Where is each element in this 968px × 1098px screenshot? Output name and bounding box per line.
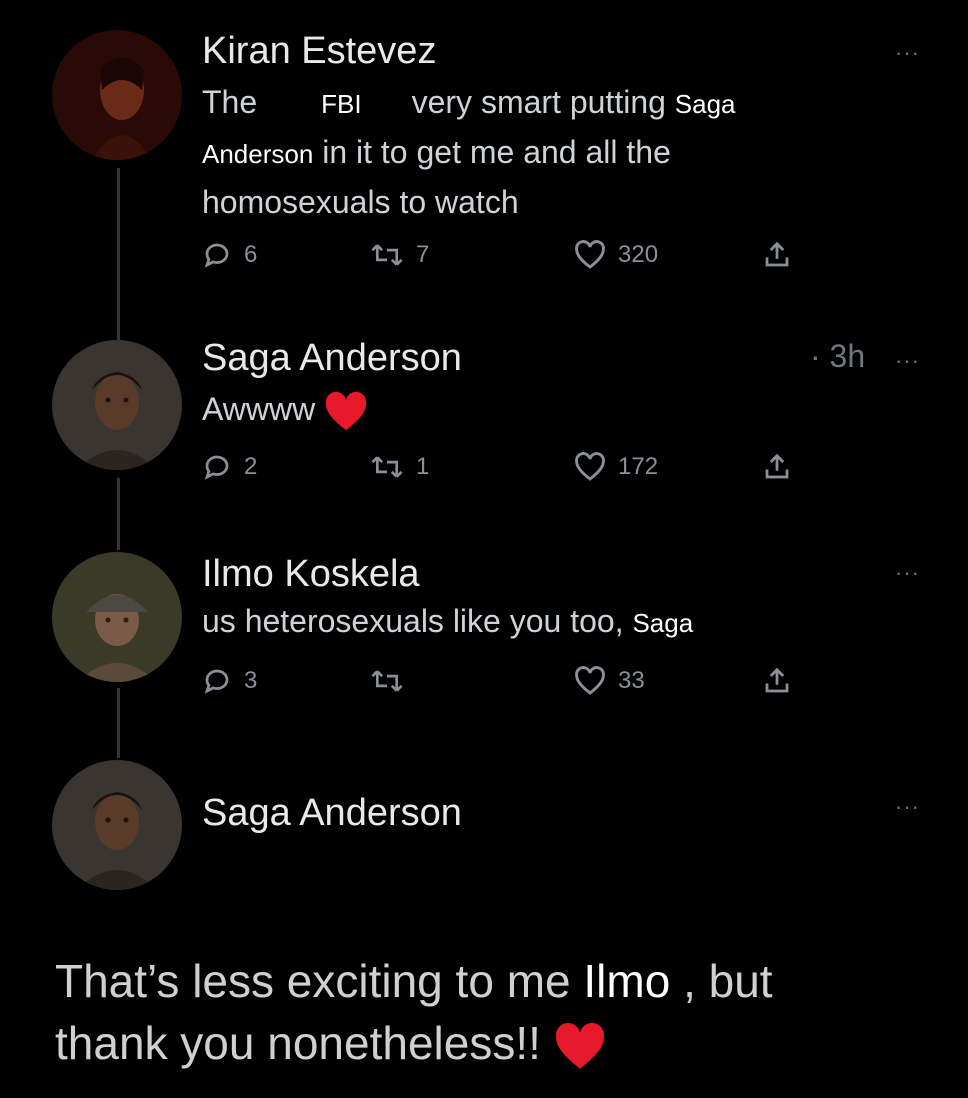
tweet-line-1: The FBI very smart putting Saga (202, 84, 736, 120)
tweet-text: us heterosexuals like you too, Saga (202, 603, 694, 639)
reply-icon (204, 669, 229, 694)
share-button[interactable] (762, 452, 792, 482)
share-icon (765, 241, 789, 267)
retweet-button[interactable]: 1 (370, 452, 429, 482)
tweet-line-2: Anderson in it to get me and all the (202, 134, 671, 170)
tweet-text: The FBI very smart putting Saga Anderson i… (202, 78, 736, 226)
author-name[interactable]: Saga Anderson (202, 792, 462, 835)
share-button[interactable] (762, 240, 792, 270)
retweet-button[interactable] (370, 666, 416, 696)
author-name[interactable]: Saga Anderson (202, 337, 462, 380)
author-name[interactable]: Ilmo Koskela (202, 553, 420, 596)
reply-button[interactable]: 2 (202, 452, 257, 482)
share-icon (765, 453, 789, 479)
avatar[interactable] (52, 552, 182, 682)
reply-text: That’s less exciting to me Ilmo , but th… (55, 950, 935, 1074)
more-icon[interactable]: ··· (895, 562, 920, 584)
tweet-actions: 2 1 172 (202, 452, 802, 492)
tweet-line-3: homosexuals to watch (202, 184, 519, 220)
tweet-text: Awwww (202, 385, 368, 433)
thread-line (117, 168, 120, 340)
retweet-icon (371, 244, 403, 266)
tweet-actions: 6 7 320 (202, 240, 802, 280)
heart-emoji (325, 391, 367, 430)
heart-emoji (555, 1022, 604, 1069)
like-icon (575, 240, 605, 269)
reply-line-1: That’s less exciting to me Ilmo , but (55, 955, 773, 1007)
avatar[interactable] (52, 340, 182, 470)
reply-icon (204, 243, 229, 268)
like-icon (575, 666, 605, 695)
more-icon[interactable]: ··· (895, 796, 920, 818)
like-button[interactable]: 172 (574, 452, 658, 482)
avatar[interactable] (52, 760, 182, 890)
more-icon[interactable]: ··· (895, 42, 920, 64)
timestamp[interactable]: · 3h (810, 338, 865, 375)
reply-button[interactable]: 6 (202, 240, 257, 270)
share-icon (765, 667, 789, 693)
thread-line (117, 688, 120, 758)
avatar[interactable] (52, 30, 182, 160)
author-name[interactable]: Kiran Estevez (202, 30, 436, 73)
retweet-icon (371, 456, 403, 478)
more-icon[interactable]: ··· (895, 350, 920, 372)
reply-button[interactable]: 3 (202, 666, 257, 696)
retweet-icon (371, 670, 403, 692)
like-button[interactable]: 320 (574, 240, 658, 270)
like-button[interactable]: 33 (574, 666, 645, 696)
reply-icon (204, 455, 229, 480)
thread-line (117, 478, 120, 550)
reply-line-2: thank you nonetheless!! (55, 1012, 935, 1074)
retweet-button[interactable]: 7 (370, 240, 429, 270)
share-button[interactable] (762, 666, 792, 696)
like-icon (575, 452, 605, 481)
tweet-actions: 3 33 (202, 666, 802, 706)
